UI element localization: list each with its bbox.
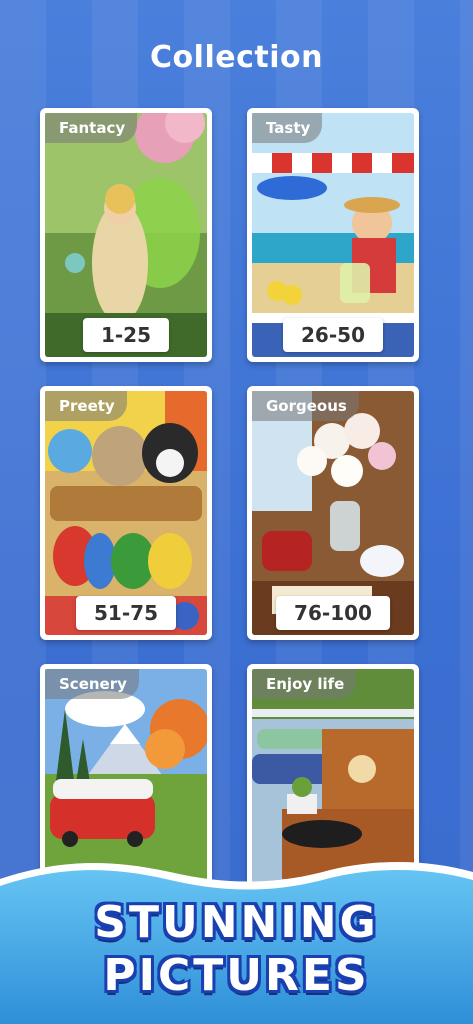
level-range-badge: 1-25 xyxy=(82,318,170,352)
level-range-badge: 51-75 xyxy=(76,596,176,630)
level-range-badge: 26-50 xyxy=(283,318,383,352)
category-tag: Gorgeous xyxy=(252,391,359,421)
category-tag: Tasty xyxy=(252,113,323,143)
banner-line-2: PICTURES xyxy=(103,950,370,1001)
category-tag: Enjoy life xyxy=(252,669,357,699)
category-tag: Scenery xyxy=(45,669,139,699)
banner-line-1: STUNNING xyxy=(94,897,379,948)
category-tag: Fantacy xyxy=(45,113,138,143)
page-title: Collection xyxy=(150,40,323,75)
level-range-badge: 76-100 xyxy=(276,596,390,630)
collection-card-tasty[interactable]: Tasty 26-50 xyxy=(247,108,419,362)
collection-card-fantacy[interactable]: Fantacy 1-25 xyxy=(40,108,212,362)
collection-card-preety[interactable]: Preety 51-75 xyxy=(40,386,212,640)
category-tag: Preety xyxy=(45,391,127,421)
collection-card-gorgeous[interactable]: Gorgeous 76-100 xyxy=(247,386,419,640)
